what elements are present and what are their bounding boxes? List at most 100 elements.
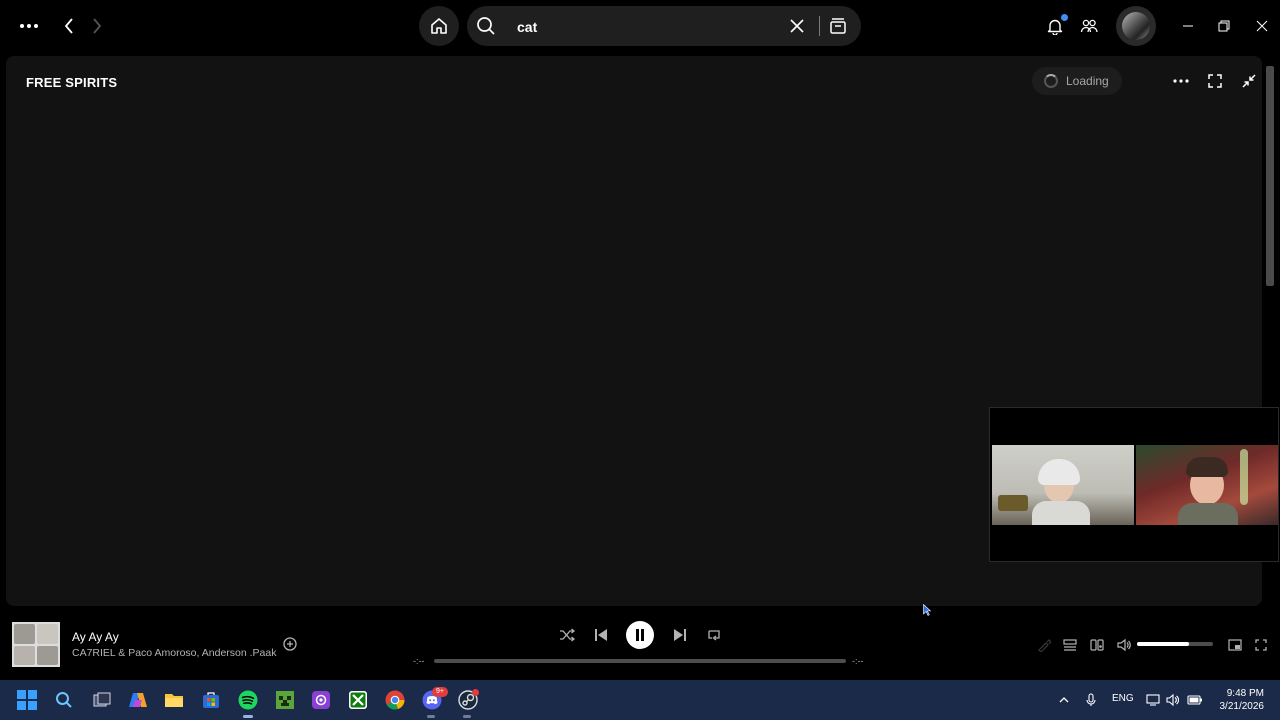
system-clock[interactable]: 9:48 PM 3/21/2026 <box>1212 687 1265 713</box>
minimize-window-button[interactable] <box>1176 14 1200 38</box>
spotify-icon <box>238 690 258 710</box>
previous-track-button[interactable] <box>590 624 612 646</box>
shuffle-button[interactable] <box>556 624 578 646</box>
store-icon <box>203 692 219 708</box>
microsoft-store-button[interactable] <box>197 686 225 714</box>
person-body <box>1032 501 1090 525</box>
add-to-library-button[interactable] <box>280 634 300 654</box>
desk-object <box>998 495 1028 511</box>
person-hair <box>1186 457 1228 477</box>
more-horizontal-icon <box>1173 79 1189 83</box>
pause-button[interactable] <box>626 621 654 649</box>
more-horizontal-icon <box>20 24 38 28</box>
next-track-button[interactable] <box>669 624 691 646</box>
active-app-indicator <box>243 715 253 718</box>
task-view-button[interactable] <box>88 686 116 714</box>
windows-start-icon <box>17 690 37 710</box>
volume-icon <box>1166 694 1179 706</box>
taskbar-search-button[interactable] <box>50 686 78 714</box>
microphone-button[interactable] <box>1083 692 1099 708</box>
user-avatar-button[interactable] <box>1116 6 1156 46</box>
volume-level <box>1137 642 1189 646</box>
bell-icon <box>1047 19 1063 35</box>
playback-progress-bar[interactable] <box>434 659 846 663</box>
more-options-button[interactable] <box>1169 70 1193 92</box>
skip-forward-icon <box>674 629 686 641</box>
file-explorer-button[interactable] <box>160 686 188 714</box>
skip-back-icon <box>595 629 607 641</box>
start-button[interactable] <box>13 686 41 714</box>
clock-date: 3/21/2026 <box>1219 701 1265 712</box>
restore-window-button[interactable] <box>1212 14 1236 38</box>
chevron-right-icon <box>93 18 102 34</box>
chrome-button[interactable] <box>381 686 409 714</box>
track-title[interactable]: Ay Ay Ay <box>72 630 119 644</box>
track-artist[interactable]: CA7RIEL & Paco Amoroso, Anderson .Paak <box>72 647 276 659</box>
friends-icon <box>1080 19 1098 33</box>
fullscreen-player-button[interactable] <box>1251 636 1271 654</box>
queue-button[interactable] <box>1060 636 1080 654</box>
folder-icon <box>165 694 183 707</box>
forward-button[interactable] <box>86 12 108 40</box>
connect-device-button[interactable] <box>1087 636 1107 654</box>
miniplayer-icon <box>1228 639 1242 651</box>
now-playing-view-button[interactable] <box>1034 636 1054 654</box>
network-button[interactable] <box>1145 692 1161 708</box>
collapse-view-button[interactable] <box>1237 70 1261 92</box>
loading-label: Loading <box>1066 74 1109 88</box>
time-duration: -:-- <box>852 656 864 666</box>
mic-pen-icon <box>1038 639 1051 652</box>
repeat-icon <box>708 630 720 641</box>
close-window-button[interactable] <box>1250 14 1274 38</box>
search-input[interactable] <box>515 6 819 48</box>
search-box[interactable] <box>467 6 861 48</box>
home-button[interactable] <box>419 6 459 46</box>
running-app-indicator <box>427 715 435 718</box>
pause-icon <box>636 629 644 641</box>
devices-icon <box>1090 639 1104 651</box>
microphone-icon <box>1086 693 1096 706</box>
fullscreen-icon <box>1255 639 1267 651</box>
volume-tray-button[interactable] <box>1165 692 1181 708</box>
back-button[interactable] <box>58 12 80 40</box>
show-hidden-icons-button[interactable] <box>1056 692 1072 708</box>
minecraft-button[interactable] <box>271 686 299 714</box>
spinner-icon <box>1044 74 1058 88</box>
spotify-taskbar-button[interactable] <box>234 686 262 714</box>
battery-button[interactable] <box>1186 692 1204 708</box>
browse-button[interactable] <box>826 15 850 37</box>
close-icon <box>790 19 804 33</box>
network-icon <box>1146 694 1160 706</box>
photo-app-button[interactable] <box>307 686 335 714</box>
browse-icon <box>830 18 846 34</box>
input-language[interactable]: ENG <box>1112 693 1134 704</box>
repeat-button[interactable] <box>703 624 725 646</box>
webcam-feed-right <box>1136 445 1278 525</box>
minecraft-icon <box>276 691 294 709</box>
discord-badge: 9+ <box>432 687 448 697</box>
scrollbar[interactable] <box>1266 66 1274 286</box>
video-call-overlay[interactable] <box>989 407 1279 562</box>
mute-button[interactable] <box>1114 636 1134 654</box>
notification-dot <box>1061 14 1068 21</box>
friend-activity-button[interactable] <box>1078 14 1100 38</box>
album-cover[interactable] <box>12 622 60 667</box>
task-view-icon <box>93 692 111 707</box>
time-elapsed: -:-- <box>413 656 425 666</box>
avatar <box>1122 12 1150 40</box>
app-menu-button[interactable] <box>16 12 42 40</box>
person-hood <box>1038 459 1080 485</box>
restore-icon <box>1218 20 1230 32</box>
running-app-indicator <box>463 715 471 718</box>
photo-app-icon <box>312 691 330 709</box>
search-icon <box>56 692 72 708</box>
search-icon <box>477 17 495 35</box>
chevron-left-icon <box>64 18 73 34</box>
fullscreen-button[interactable] <box>1203 70 1227 92</box>
shuffle-icon <box>560 628 575 642</box>
steam-notification-dot <box>472 689 479 696</box>
miniplayer-button[interactable] <box>1225 636 1245 654</box>
clear-search-button[interactable] <box>785 15 809 37</box>
copilot-button[interactable] <box>124 686 152 714</box>
xbox-button[interactable] <box>344 686 372 714</box>
